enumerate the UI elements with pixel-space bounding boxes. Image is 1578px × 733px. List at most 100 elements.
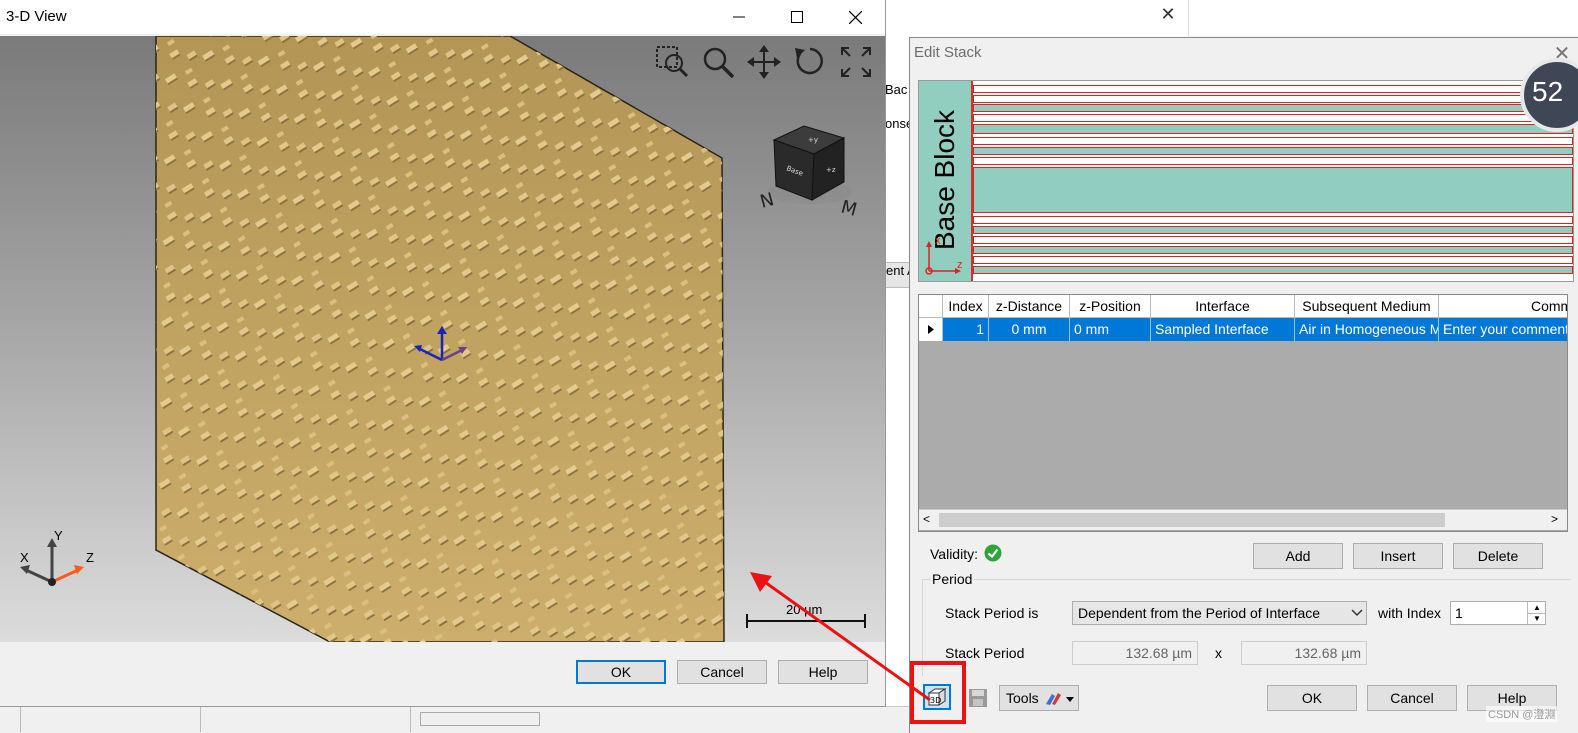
gauge-badge: 52: [1520, 58, 1578, 132]
column-header[interactable]: Subsequent Medium: [1295, 295, 1439, 318]
view-cube-icon[interactable]: +y Base +z N M: [752, 116, 868, 216]
background-tab[interactable]: ent A: [885, 262, 912, 288]
stack-layer: [973, 124, 1573, 134]
background-close-icon[interactable]: ✕: [1158, 4, 1178, 24]
stack-layer: [973, 226, 1573, 234]
window-title: Edit Stack: [914, 44, 982, 61]
center-gizmo-icon: [414, 326, 467, 362]
pan-icon[interactable]: [746, 44, 782, 80]
statusbar-divider: [20, 706, 21, 732]
insert-button[interactable]: Insert: [1353, 543, 1443, 569]
tools-label: Tools: [1006, 690, 1039, 706]
period-y-field: 132.68 µm: [1241, 641, 1367, 665]
svg-text:+z: +z: [826, 166, 836, 174]
stack-layer: [973, 256, 1573, 264]
background-label-2: onse: [885, 116, 910, 131]
delete-button[interactable]: Delete: [1453, 543, 1543, 569]
stack-layer: [973, 104, 1573, 112]
statusbar-divider: [410, 706, 411, 732]
stack-layer: [973, 157, 1573, 165]
stack-preview: Base Block x z: [918, 80, 1574, 282]
tools-icon: [1046, 693, 1074, 705]
table-cell[interactable]: Sampled Interface: [1151, 318, 1295, 341]
axis-x-label: X: [20, 550, 29, 565]
stack-layer: [973, 167, 1573, 213]
row-selector[interactable]: [919, 318, 943, 341]
statusbar-divider: [200, 706, 201, 732]
rotate-icon[interactable]: [792, 44, 828, 80]
index-value: 1: [1455, 605, 1463, 621]
with-index-label: with Index: [1378, 605, 1442, 621]
zoom-window-icon[interactable]: [654, 44, 690, 80]
stack-period-mode-select[interactable]: Dependent from the Period of Interface: [1072, 601, 1367, 625]
fit-view-icon[interactable]: [838, 44, 874, 80]
background-window-right: [1188, 0, 1578, 36]
maximize-button[interactable]: [768, 0, 826, 34]
stack-layer: [973, 85, 1573, 93]
stack-layer: [973, 95, 1573, 103]
ok-button[interactable]: OK: [576, 660, 666, 684]
axis-x-label: x: [935, 235, 941, 247]
axis-z-label: Z: [86, 550, 94, 565]
background-label-1: Bac: [885, 82, 908, 97]
horizontal-scrollbar[interactable]: < >: [919, 509, 1567, 530]
stack-period-mode-value: Dependent from the Period of Interface: [1078, 605, 1321, 621]
column-header[interactable]: z-Position: [1070, 295, 1151, 318]
minimize-icon: [733, 16, 745, 18]
table-cell[interactable]: Air in Homogeneous M: [1295, 318, 1439, 341]
statusbar-field: [420, 712, 540, 726]
valid-check-icon: [984, 544, 1002, 562]
title-bar: 3-D View: [0, 0, 885, 34]
axis-z-label: z: [957, 259, 963, 271]
base-block: Base Block x z: [919, 81, 973, 281]
scroll-left-icon[interactable]: <: [923, 512, 930, 526]
zoom-icon[interactable]: [700, 44, 736, 80]
save-icon[interactable]: [967, 687, 989, 709]
stack-period-is-label: Stack Period is: [945, 605, 1039, 621]
stack-layer: [973, 114, 1573, 122]
times-label: x: [1215, 645, 1222, 661]
stack-layer: [973, 147, 1573, 155]
scrollbar-thumb[interactable]: [939, 513, 1445, 527]
column-header[interactable]: Index: [943, 295, 989, 318]
axis-y-label: Y: [54, 528, 63, 543]
table-cell[interactable]: 1: [943, 318, 989, 341]
close-icon: [848, 10, 862, 24]
add-button[interactable]: Add: [1253, 543, 1343, 569]
row-header-corner: [919, 295, 943, 318]
edit-stack-window: Edit Stack ✕ Base Block x z 52 Index z-D…: [909, 37, 1578, 733]
stack-period-label: Stack Period: [945, 645, 1025, 661]
stack-layer: [973, 266, 1573, 274]
axes-icon: [925, 241, 961, 275]
watermark: CSDN @澄淵: [1486, 706, 1558, 722]
period-x-field: 132.68 µm: [1072, 641, 1198, 665]
tools-button[interactable]: Tools: [999, 685, 1079, 711]
ok-button[interactable]: OK: [1267, 685, 1357, 711]
column-header[interactable]: z-Distance: [989, 295, 1070, 318]
maximize-icon: [791, 11, 803, 23]
stack-layer: [973, 216, 1573, 224]
close-button[interactable]: [826, 0, 884, 34]
table-cell[interactable]: 0 mm: [989, 318, 1070, 341]
index-stepper[interactable]: 1 ▲ ▼: [1450, 601, 1546, 625]
gauge-value: 52: [1532, 76, 1564, 107]
chevron-down-icon: [1351, 609, 1363, 617]
validity-label: Validity:: [930, 546, 978, 562]
scroll-right-icon[interactable]: >: [1551, 512, 1558, 526]
svg-text:+y: +y: [808, 136, 818, 144]
annotation-arrow: [750, 572, 931, 702]
3d-viewport[interactable]: +y Base +z N M Y X Z 20 µm: [0, 36, 885, 642]
stack-layer: [973, 246, 1573, 254]
column-header[interactable]: Interface: [1151, 295, 1295, 318]
stack-layer: [973, 137, 1573, 145]
row-pointer-icon: [928, 325, 934, 334]
table-cell[interactable]: Enter your comment: [1439, 318, 1567, 341]
minimize-button[interactable]: [710, 0, 768, 34]
table-cell[interactable]: 0 mm: [1070, 318, 1151, 341]
window-title: 3-D View: [6, 8, 67, 25]
stack-table[interactable]: Index z-Distance z-Position Interface Su…: [918, 294, 1568, 532]
decrement-icon[interactable]: ▼: [1527, 613, 1545, 624]
stack-layer: [973, 236, 1573, 244]
cancel-button[interactable]: Cancel: [1367, 685, 1457, 711]
column-header[interactable]: Comm: [1439, 295, 1567, 318]
